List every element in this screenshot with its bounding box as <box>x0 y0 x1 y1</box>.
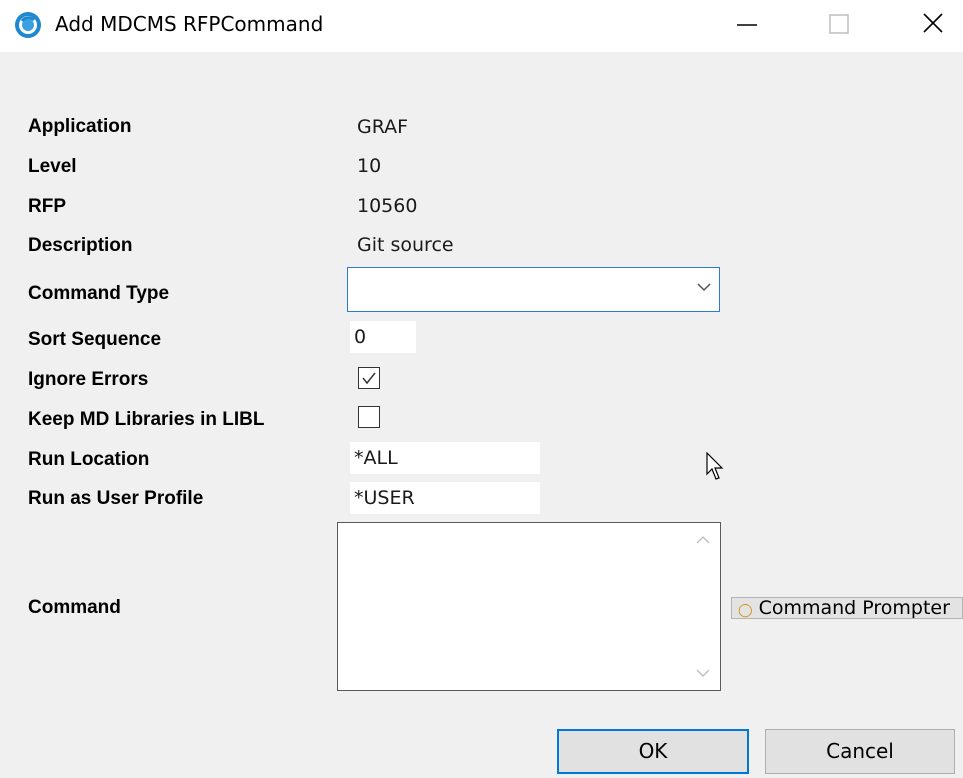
lightbulb-icon: ◯ <box>738 603 753 618</box>
checkmark-icon <box>362 372 376 385</box>
scroll-down-icon[interactable] <box>696 668 710 678</box>
keep-md-libraries-checkbox[interactable] <box>358 406 380 428</box>
scroll-up-icon[interactable] <box>696 535 710 545</box>
run-location-input[interactable]: *ALL <box>350 442 540 474</box>
ok-button[interactable]: OK <box>557 729 749 774</box>
window-title: Add MDCMS RFPCommand <box>55 12 324 36</box>
keep-md-libraries-label: Keep MD Libraries in LIBL <box>28 409 265 430</box>
sort-sequence-input[interactable]: 0 <box>350 321 416 353</box>
application-label: Application <box>28 116 132 137</box>
command-prompter-label: Command Prompter <box>758 597 950 619</box>
run-location-label: Run Location <box>28 449 150 470</box>
app-logo-icon <box>14 11 42 39</box>
minimize-icon <box>737 24 757 26</box>
run-as-user-profile-label: Run as User Profile <box>28 488 204 509</box>
close-icon <box>923 13 943 33</box>
application-value: GRAF <box>357 116 409 138</box>
command-type-label: Command Type <box>28 283 170 304</box>
level-label: Level <box>28 156 77 177</box>
maximize-icon <box>829 14 849 34</box>
command-type-select[interactable] <box>347 267 720 312</box>
level-value: 10 <box>357 155 382 177</box>
maximize-button[interactable] <box>808 0 868 52</box>
command-prompter-button[interactable]: ◯ Command Prompter <box>731 597 963 619</box>
title-bar: Add MDCMS RFPCommand <box>0 0 963 52</box>
cancel-button[interactable]: Cancel <box>765 729 955 774</box>
rfp-label: RFP <box>28 196 66 217</box>
minimize-button[interactable] <box>713 0 773 52</box>
mouse-pointer-icon <box>706 452 724 480</box>
sort-sequence-label: Sort Sequence <box>28 329 162 350</box>
rfp-value: 10560 <box>357 195 418 217</box>
description-label: Description <box>28 235 133 256</box>
description-value: Git source <box>357 234 454 256</box>
run-as-user-profile-input[interactable]: *USER <box>350 482 540 514</box>
close-button[interactable] <box>903 0 963 52</box>
command-label: Command <box>28 597 121 618</box>
command-textarea[interactable] <box>337 522 721 691</box>
ignore-errors-label: Ignore Errors <box>28 369 149 390</box>
chevron-down-icon <box>697 283 711 292</box>
ignore-errors-checkbox[interactable] <box>358 367 380 389</box>
